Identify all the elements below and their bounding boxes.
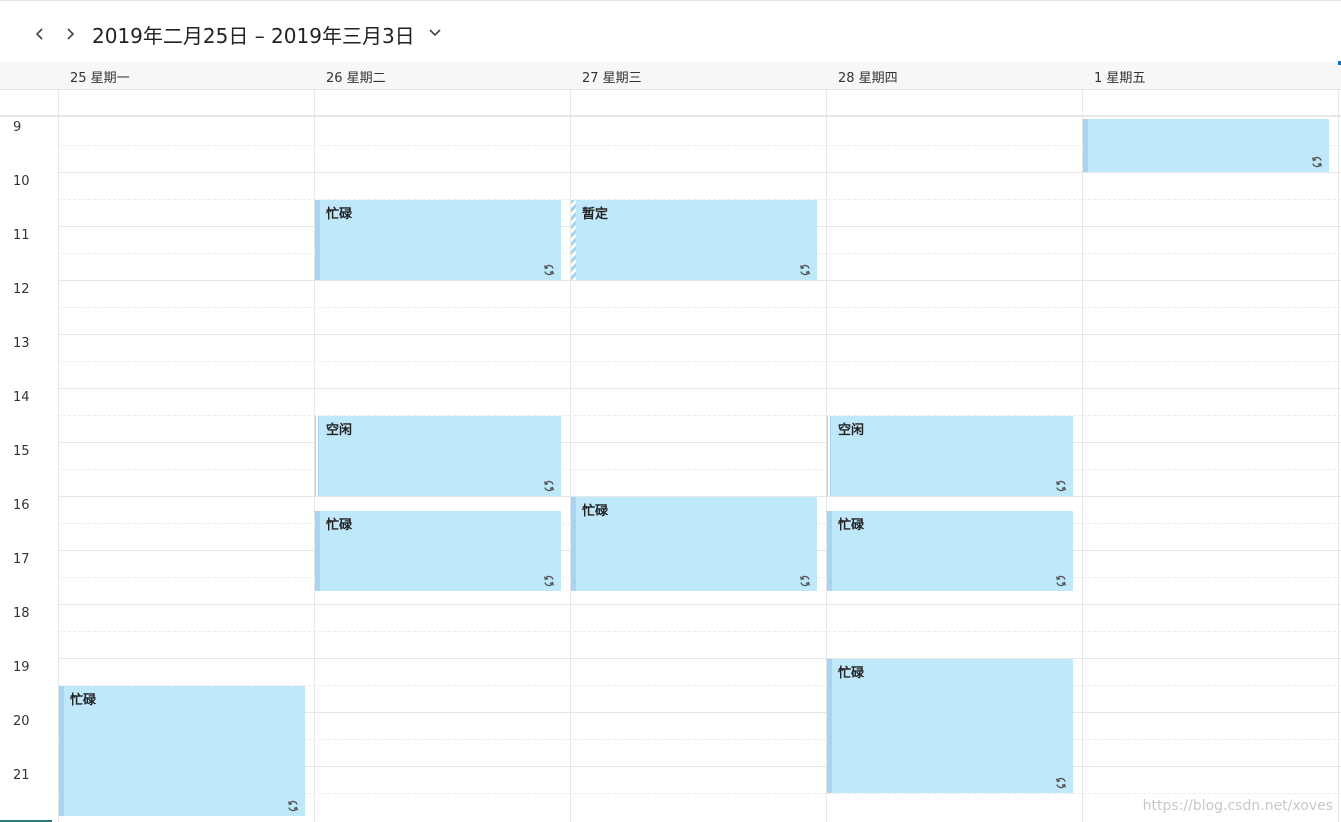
- event-status-bar: [315, 510, 320, 591]
- event-status-bar: [827, 510, 832, 591]
- event-title: 忙碌: [326, 207, 353, 222]
- chevron-down-icon: [429, 29, 441, 37]
- hour-label: 13: [13, 336, 30, 351]
- event-status-bar: [1083, 119, 1088, 172]
- recurring-icon: [799, 575, 811, 587]
- event-title: 暂定: [582, 207, 609, 222]
- hour-label: 21: [13, 768, 30, 783]
- event-status-bar: [571, 200, 576, 280]
- calendar-toolbar: 2019年二月25日 – 2019年三月3日: [0, 0, 1341, 62]
- calendar-event-free[interactable]: 空闲: [315, 416, 561, 496]
- hour-gridline: [58, 388, 1341, 389]
- hour-label: 18: [13, 606, 30, 621]
- previous-week-button[interactable]: [28, 22, 52, 46]
- hour-gridline: [58, 172, 1341, 173]
- date-range-dropdown[interactable]: [426, 23, 444, 41]
- half-hour-gridline: [58, 361, 1341, 362]
- day-header-tue[interactable]: 26 星期二: [326, 67, 386, 86]
- calendar-event-busy[interactable]: 忙碌: [827, 659, 1073, 793]
- chevron-right-icon: [67, 28, 75, 40]
- watermark: https://blog.csdn.net/xoves: [1142, 798, 1333, 814]
- recurring-icon: [543, 264, 555, 276]
- event-title: 忙碌: [70, 693, 97, 708]
- recurring-icon: [1311, 156, 1323, 168]
- hour-label: 19: [13, 660, 30, 675]
- event-status-bar: [315, 200, 320, 280]
- chevron-left-icon: [35, 28, 43, 40]
- hour-label: 11: [13, 228, 30, 243]
- calendar-event-busy[interactable]: 忙碌: [315, 510, 561, 591]
- recurring-icon: [799, 264, 811, 276]
- next-week-button[interactable]: [58, 22, 82, 46]
- day-header-wed[interactable]: 27 星期三: [582, 67, 642, 86]
- half-hour-gridline: [58, 469, 1341, 470]
- recurring-icon: [543, 575, 555, 587]
- calendar-event-busy[interactable]: 忙碌: [315, 200, 561, 280]
- hour-gridline: [58, 658, 1341, 659]
- event-title: 空闲: [326, 423, 353, 438]
- calendar-event-busy[interactable]: [1083, 119, 1329, 172]
- calendar-event-busy[interactable]: 忙碌: [59, 686, 305, 816]
- half-hour-gridline: [58, 307, 1341, 308]
- calendar-event-busy[interactable]: 忙碌: [571, 497, 817, 591]
- hour-gridline: [58, 334, 1341, 335]
- hour-label: 14: [13, 390, 30, 405]
- hour-label: 20: [13, 714, 30, 729]
- all-day-row[interactable]: [0, 90, 1341, 117]
- time-grid[interactable]: 9 10 11 12 13 14 15 16 17 18 19 20 21 忙碌 暂定 空闲 空闲 忙碌 忙碌 忙碌忙…: [0, 90, 1341, 822]
- day-header-thu[interactable]: 28 星期四: [838, 67, 898, 86]
- calendar-event-busy[interactable]: 忙碌: [827, 510, 1073, 591]
- day-header-mon[interactable]: 25 星期一: [70, 67, 130, 86]
- recurring-icon: [287, 800, 299, 812]
- hour-label: 9: [13, 120, 22, 135]
- event-title: 忙碌: [326, 517, 353, 533]
- hour-label: 10: [13, 174, 30, 189]
- event-title: 忙碌: [838, 666, 865, 681]
- event-status-bar: [59, 686, 64, 816]
- half-hour-gridline: [58, 631, 1341, 632]
- hour-gridline: [58, 442, 1341, 443]
- calendar-event-free[interactable]: 空闲: [827, 416, 1073, 496]
- day-header-row: 25 星期一 26 星期二 27 星期三 28 星期四 1 星期五: [0, 62, 1341, 90]
- hour-gridline: [58, 280, 1341, 281]
- hour-label: 17: [13, 552, 30, 567]
- recurring-icon: [1055, 575, 1067, 587]
- recurring-icon: [1055, 480, 1067, 492]
- event-title: 忙碌: [838, 517, 865, 533]
- day-header-fri[interactable]: 1 星期五: [1094, 67, 1145, 86]
- event-status-bar: [315, 416, 319, 496]
- event-status-bar: [571, 497, 576, 591]
- hour-label: 16: [13, 498, 30, 513]
- hour-label: 12: [13, 282, 30, 297]
- hour-gridline: [58, 604, 1341, 605]
- event-title: 空闲: [838, 423, 865, 438]
- date-range-title[interactable]: 2019年二月25日 – 2019年三月3日: [92, 20, 415, 49]
- calendar-event-tentative[interactable]: 暂定: [571, 200, 817, 280]
- event-status-bar: [827, 659, 832, 793]
- hour-label: 15: [13, 444, 30, 459]
- half-hour-gridline: [58, 415, 1341, 416]
- recurring-icon: [1055, 777, 1067, 789]
- event-title: 忙碌: [582, 504, 609, 519]
- event-status-bar: [827, 416, 831, 496]
- recurring-icon: [543, 480, 555, 492]
